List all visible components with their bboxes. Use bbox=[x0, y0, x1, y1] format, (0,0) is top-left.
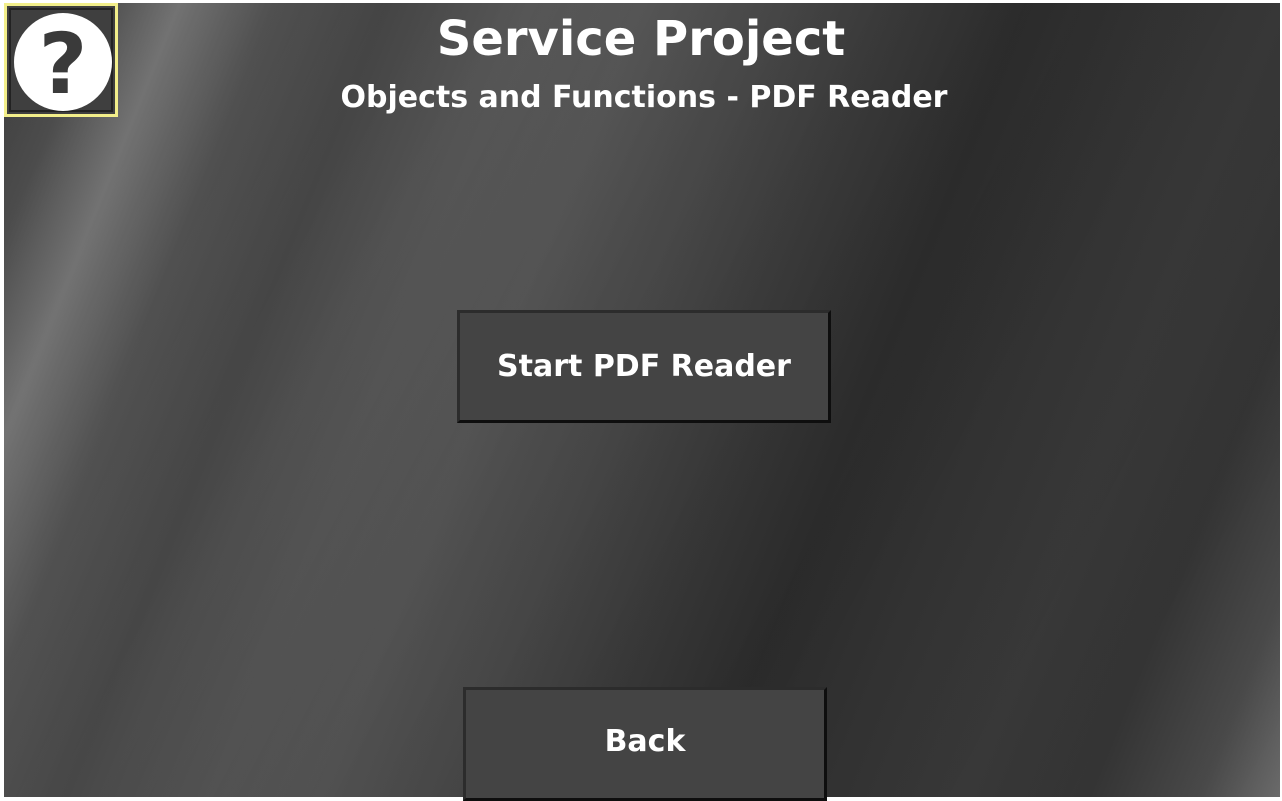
start-pdf-reader-button[interactable]: Start PDF Reader bbox=[457, 310, 831, 423]
back-button[interactable]: Back bbox=[463, 687, 827, 801]
page-title: Service Project bbox=[436, 11, 846, 67]
page-subtitle: Objects and Functions - PDF Reader bbox=[340, 80, 948, 115]
start-pdf-reader-label: Start PDF Reader bbox=[497, 349, 791, 384]
back-label: Back bbox=[604, 723, 686, 759]
